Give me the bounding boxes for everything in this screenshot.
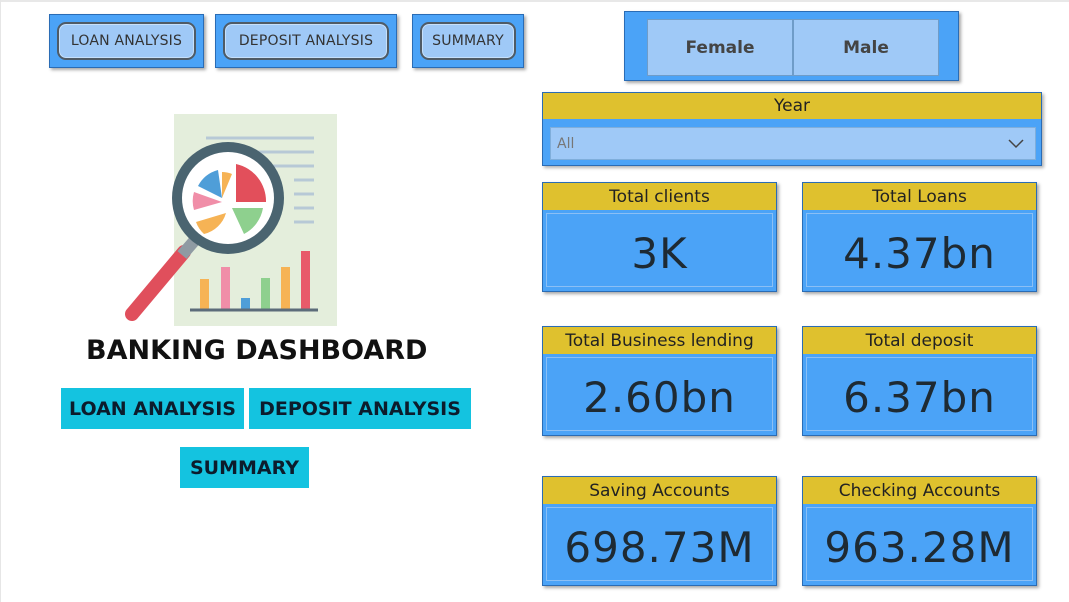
gender-slicer: Female Male [624, 11, 959, 81]
card-total-loans-label: Total Loans [803, 183, 1036, 210]
card-total-clients-label: Total clients [543, 183, 776, 210]
nav-deposit-analysis: DEPOSIT ANALYSIS [215, 14, 397, 68]
nav-summary: SUMMARY [412, 14, 524, 68]
card-total-business-lending-value: 2.60bn [583, 373, 736, 422]
card-saving-accounts-value: 698.73M [564, 523, 755, 572]
card-total-deposit-label: Total deposit [803, 327, 1036, 354]
card-total-business-lending-label: Total Business lending [543, 327, 776, 354]
card-saving-accounts: Saving Accounts 698.73M [542, 476, 777, 586]
card-total-loans-value: 4.37bn [843, 229, 996, 278]
nav-loan-analysis-button[interactable]: LOAN ANALYSIS [57, 22, 196, 60]
gender-male-button[interactable]: Male [793, 19, 939, 76]
card-total-loans: Total Loans 4.37bn [802, 182, 1037, 292]
loan-analysis-button[interactable]: LOAN ANALYSIS [61, 388, 244, 429]
dashboard-title: BANKING DASHBOARD [86, 335, 428, 366]
card-total-deposit: Total deposit 6.37bn [802, 326, 1037, 436]
summary-button[interactable]: SUMMARY [180, 447, 309, 488]
year-slicer: Year All [542, 92, 1042, 166]
nav-deposit-analysis-button[interactable]: DEPOSIT ANALYSIS [223, 22, 389, 60]
year-label: Year [543, 93, 1041, 119]
magnifier-chart-report-icon [125, 114, 337, 326]
top-border [0, 0, 1069, 2]
deposit-analysis-button[interactable]: DEPOSIT ANALYSIS [249, 388, 471, 429]
card-checking-accounts: Checking Accounts 963.28M [802, 476, 1037, 586]
nav-summary-button[interactable]: SUMMARY [420, 22, 516, 60]
card-total-deposit-value: 6.37bn [843, 373, 996, 422]
nav-loan-analysis: LOAN ANALYSIS [49, 14, 204, 68]
left-border [0, 0, 1, 602]
card-total-clients-value: 3K [631, 229, 688, 278]
year-dropdown[interactable]: All [550, 127, 1036, 160]
card-checking-accounts-label: Checking Accounts [803, 477, 1036, 504]
card-total-business-lending: Total Business lending 2.60bn [542, 326, 777, 436]
card-checking-accounts-value: 963.28M [824, 523, 1015, 572]
card-saving-accounts-label: Saving Accounts [543, 477, 776, 504]
year-selected-value: All [557, 135, 575, 152]
card-total-clients: Total clients 3K [542, 182, 777, 292]
gender-female-button[interactable]: Female [647, 19, 793, 76]
chevron-down-icon[interactable] [1007, 134, 1025, 152]
